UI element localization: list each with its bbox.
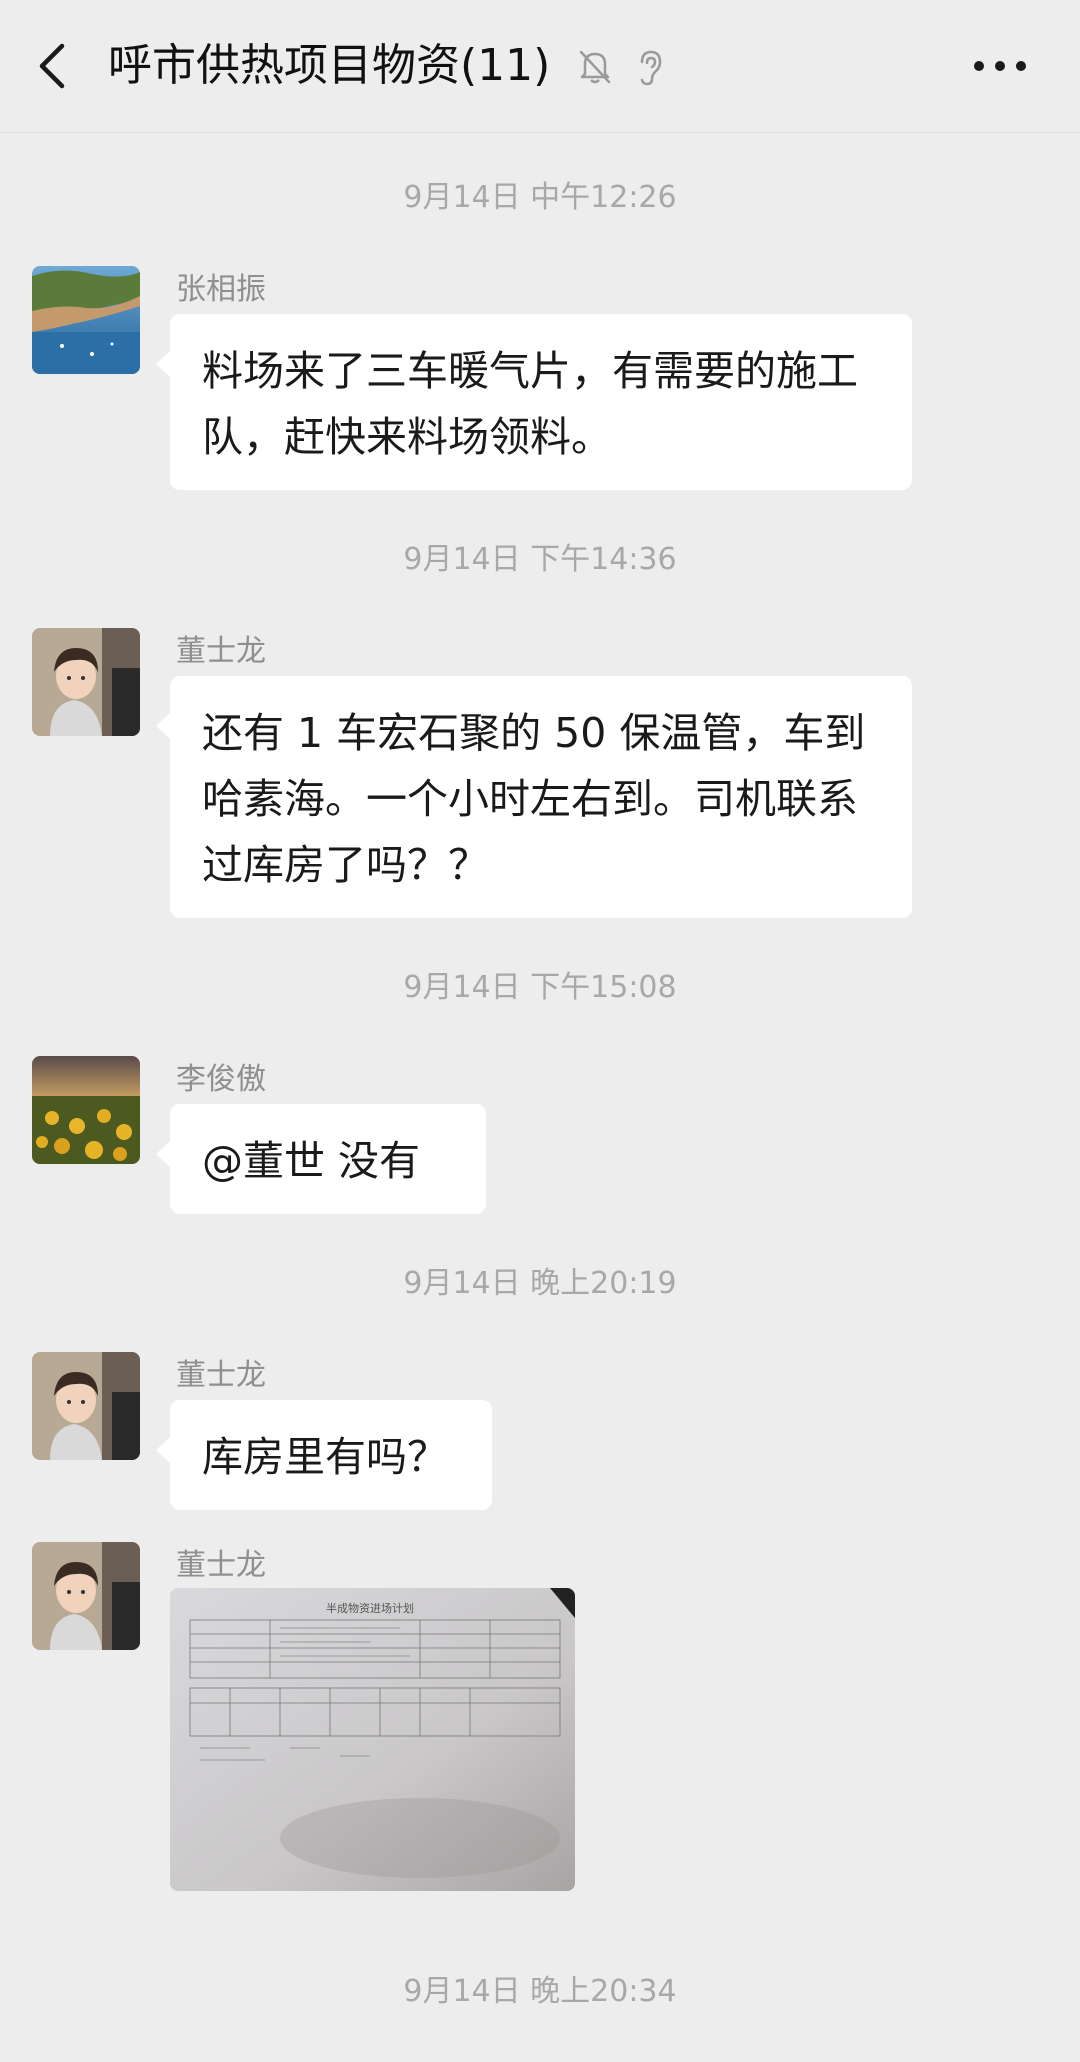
avatar[interactable]	[32, 1352, 140, 1460]
more-button[interactable]	[968, 44, 1032, 88]
svg-text:半成物资进场计划: 半成物资进场计划	[326, 1601, 414, 1615]
chat-header: 呼市供热项目物资(11)	[0, 0, 1080, 133]
timestamp: 9月14日 晚上20:19	[403, 1266, 677, 1301]
timestamp: 9月14日 中午12:26	[403, 180, 677, 215]
message-bubble[interactable]: 库房里有吗？	[156, 1400, 492, 1510]
sender-name: 李俊傲	[176, 1062, 266, 1097]
sender-name: 董士龙	[176, 634, 266, 669]
sender-name: 董士龙	[176, 1548, 266, 1583]
sender-name: 董士龙	[176, 1358, 266, 1393]
avatar[interactable]	[32, 1056, 140, 1164]
bell-muted-icon	[573, 44, 617, 88]
more-horizontal-icon	[974, 61, 1026, 71]
message-bubble[interactable]: 料场来了三车暖气片，有需要的施工队，赶快来料场领料。	[156, 314, 912, 490]
ear-icon	[628, 44, 672, 88]
chat-title[interactable]: 呼市供热项目物资(11)	[108, 34, 550, 98]
timestamp: 9月14日 下午15:08	[403, 970, 677, 1005]
chevron-left-icon	[39, 43, 65, 89]
message-bubble[interactable]: @董世 没有	[156, 1104, 486, 1214]
avatar[interactable]	[32, 266, 140, 374]
avatar[interactable]	[32, 1542, 140, 1650]
back-button[interactable]	[28, 36, 80, 96]
sender-name: 张相振	[176, 272, 266, 307]
timestamp: 9月14日 晚上20:34	[403, 1974, 677, 2009]
timestamp: 9月14日 下午14:36	[403, 542, 677, 577]
avatar[interactable]	[32, 628, 140, 736]
message-bubble[interactable]: 还有 1 车宏石聚的 50 保温管，车到哈素海。一个小时左右到。司机联系过库房了…	[156, 676, 912, 918]
image-message[interactable]: 半成物资进场计划	[170, 1588, 575, 1891]
